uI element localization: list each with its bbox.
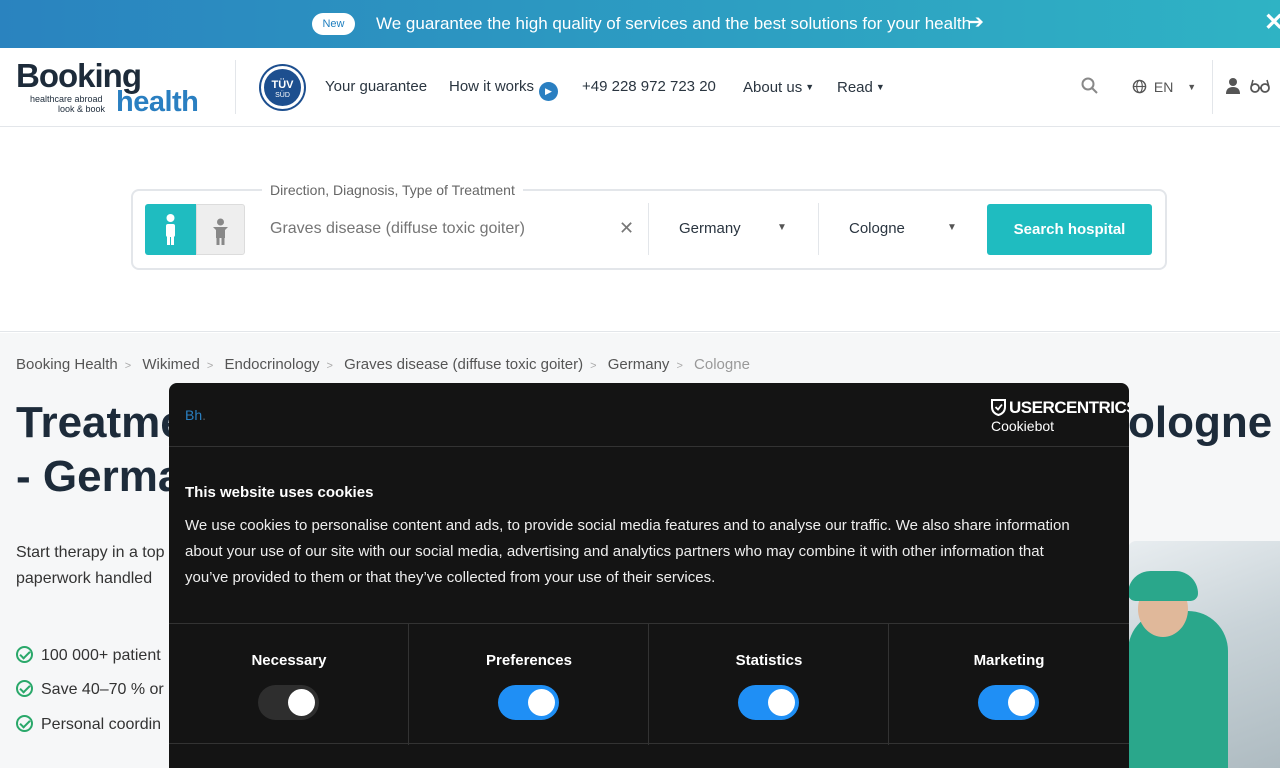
chevron-down-icon: ▼ [805, 82, 815, 92]
marketing-toggle[interactable] [978, 685, 1039, 720]
cookie-dialog-header: Bh. USERCENTRICS Cookiebot [169, 383, 1129, 447]
header-divider [235, 60, 236, 114]
search-hospital-button[interactable]: Search hospital [987, 204, 1152, 255]
cookie-title: This website uses cookies [185, 484, 374, 501]
breadcrumb-item[interactable]: Endocrinology [224, 356, 319, 373]
play-icon: ▶ [539, 82, 559, 101]
search-legend: Direction, Diagnosis, Type of Treatment [262, 181, 523, 199]
child-icon [213, 218, 228, 245]
nav-read[interactable]: Read ▼ [837, 78, 885, 97]
chevron-right-icon: > [326, 360, 333, 372]
necessary-toggle [258, 685, 319, 720]
breadcrumb-item[interactable]: Germany [608, 356, 670, 373]
statistics-toggle[interactable] [738, 685, 799, 720]
glasses-icon[interactable] [1250, 78, 1270, 94]
breadcrumb: Booking Health > Wikimed > Endocrinology > … [16, 356, 750, 375]
intro-text: Start therapy in a top paperwork handled [16, 544, 165, 587]
cookie-category-marketing: Marketing [889, 624, 1129, 745]
check-circle-icon [16, 680, 33, 697]
chevron-down-icon: ▼ [1187, 82, 1197, 92]
language-selector[interactable]: EN ▼ [1132, 78, 1196, 96]
chevron-down-icon: ▼ [875, 82, 885, 92]
country-select[interactable]: Germany [679, 220, 741, 238]
arrow-right-icon[interactable]: ➔ [968, 13, 984, 33]
doctor-photo [1128, 541, 1280, 768]
feature-item: Personal coordin [16, 715, 161, 735]
child-toggle-button[interactable] [196, 204, 245, 255]
diagnosis-search-input[interactable] [270, 219, 610, 239]
site-brand: Bh. [185, 407, 207, 423]
check-circle-icon [16, 715, 33, 732]
shield-icon [991, 399, 1006, 416]
header-divider [1212, 60, 1213, 114]
cookie-category-necessary: Necessary [169, 624, 409, 745]
site-header: Booking healthcare abroad look & book he… [0, 48, 1280, 127]
booking-health-logo[interactable]: Booking healthcare abroad look & book he… [16, 58, 206, 119]
city-select[interactable]: Cologne [849, 220, 905, 238]
nav-how-it-works[interactable]: How it works ▶ [449, 78, 559, 101]
cookie-categories: Necessary Preferences Statistics Marketi… [169, 623, 1129, 745]
field-divider [648, 203, 649, 255]
clear-icon[interactable]: ✕ [619, 218, 634, 238]
chevron-right-icon: > [206, 360, 214, 372]
chevron-right-icon: > [676, 360, 683, 372]
check-circle-icon [16, 646, 33, 663]
breadcrumb-current: Cologne [694, 356, 750, 373]
chevron-down-icon[interactable]: ▼ [947, 219, 957, 237]
usercentrics-logo: USERCENTRICS Cookiebot [991, 398, 1129, 434]
cookie-description: We use cookies to personalise content an… [185, 517, 1070, 586]
preferences-toggle[interactable] [498, 685, 559, 720]
new-badge: New [312, 13, 355, 35]
nav-about-us[interactable]: About us ▼ [743, 78, 814, 97]
feature-item: 100 000+ patient [16, 646, 161, 666]
feature-item: Save 40–70 % or [16, 680, 164, 700]
page-title-right: ologne [1128, 398, 1273, 447]
cookie-category-statistics: Statistics [649, 624, 889, 745]
page-title: Treatme [16, 398, 185, 447]
field-divider [818, 203, 819, 255]
user-icon[interactable] [1224, 76, 1242, 96]
adult-toggle-button[interactable] [145, 204, 196, 255]
search-icon[interactable] [1080, 76, 1100, 96]
globe-icon [1132, 79, 1147, 94]
promo-banner[interactable]: New We guarantee the high quality of ser… [0, 0, 1280, 48]
cookie-category-preferences: Preferences [409, 624, 649, 745]
nav-your-guarantee[interactable]: Your guarantee [325, 78, 427, 96]
breadcrumb-item[interactable]: Graves disease (diffuse toxic goiter) [344, 356, 583, 373]
breadcrumb-item[interactable]: Booking Health [16, 356, 118, 373]
tuv-badge[interactable]: TÜV SÜD [261, 66, 304, 109]
adult-icon [166, 214, 175, 245]
chevron-right-icon: > [124, 360, 132, 372]
close-icon[interactable]: ✕ [1264, 10, 1280, 36]
banner-message[interactable]: We guarantee the high quality of service… [376, 14, 971, 34]
nav-phone[interactable]: +49 228 972 723 20 [582, 78, 716, 96]
breadcrumb-item[interactable]: Wikimed [142, 356, 200, 373]
chevron-down-icon[interactable]: ▼ [777, 219, 787, 237]
search-section: Direction, Diagnosis, Type of Treatment … [0, 127, 1280, 332]
page-title-line2: - Germa [16, 452, 183, 501]
cookie-consent-dialog: Bh. USERCENTRICS Cookiebot This website … [169, 383, 1129, 768]
chevron-right-icon: > [590, 360, 597, 372]
